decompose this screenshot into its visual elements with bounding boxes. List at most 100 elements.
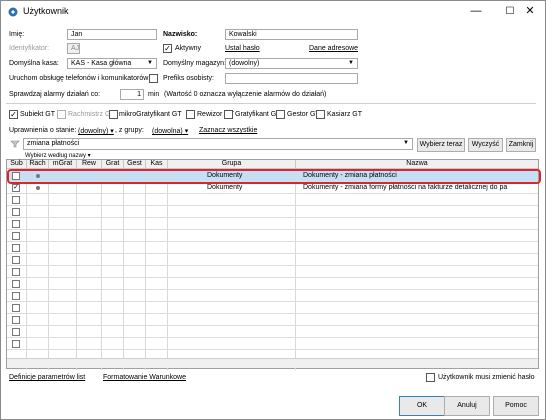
column-header-rach[interactable]: Rach	[27, 160, 49, 169]
permission-dot-icon	[36, 186, 40, 190]
chevron-down-icon: ▼	[348, 60, 354, 66]
chevron-down-icon: ▼	[403, 140, 409, 146]
column-header-grupa[interactable]: Grupa	[168, 160, 296, 169]
active-checkbox[interactable]: ✓	[163, 44, 172, 53]
column-header-gest[interactable]: Gest	[124, 160, 146, 169]
personal-prefix-label: Prefiks osobisty:	[163, 75, 214, 82]
row-checkbox[interactable]	[12, 340, 20, 348]
first-name-input[interactable]: Jan	[67, 29, 157, 40]
horizontal-scrollbar[interactable]	[7, 358, 538, 368]
help-button[interactable]: Pomoc	[493, 396, 539, 416]
alarm-interval-input[interactable]: 1	[120, 89, 144, 100]
column-header-nazwa[interactable]: Nazwa	[296, 160, 538, 169]
module-rachmistrz-label: Rachmistrz GT	[68, 111, 115, 118]
default-warehouse-label: Domyślny magazyn:	[163, 60, 227, 67]
set-password-link[interactable]: Ustal hasło	[225, 45, 260, 52]
last-name-input[interactable]: Kowalski	[225, 29, 358, 40]
module-rachmistrz-checkbox	[57, 110, 66, 119]
module-subiekt-checkbox[interactable]: ✓	[9, 110, 18, 119]
row-checkbox[interactable]: ✓	[12, 184, 20, 192]
select-all-link[interactable]: Zaznacz wszystkie	[199, 127, 257, 134]
close-button[interactable]: ✕	[515, 1, 545, 23]
row-checkbox[interactable]	[12, 316, 20, 324]
title-bar: Użytkownik — ☐ ✕	[1, 1, 545, 23]
grid-line	[7, 217, 538, 218]
row-checkbox[interactable]	[12, 232, 20, 240]
permissions-state-label: Uprawnienia o stanie:	[9, 127, 77, 134]
permissions-state-value: (dowolny)	[78, 128, 109, 135]
ok-button[interactable]: OK	[399, 396, 445, 416]
default-warehouse-select[interactable]: (dowolny) ▼	[225, 58, 358, 69]
table-cell-grupa: Dokumenty	[207, 184, 243, 191]
row-checkbox[interactable]	[12, 208, 20, 216]
close-search-button[interactable]: Zamknij	[506, 138, 536, 152]
default-warehouse-value: (dowolny)	[229, 60, 260, 67]
list-parameters-link[interactable]: Definicje parametrów list	[9, 374, 85, 381]
app-icon	[8, 7, 18, 17]
row-checkbox[interactable]	[12, 292, 20, 300]
permissions-group-dropdown[interactable]: (dowolna) ▾	[152, 127, 188, 135]
clear-button[interactable]: Wyczyść	[468, 138, 503, 152]
permissions-table: Sub Rach mGrat Rew Grat Gest Kas Grupa N…	[6, 159, 539, 370]
grid-line	[101, 169, 102, 370]
divider	[6, 103, 536, 104]
filter-icon	[10, 140, 20, 148]
row-checkbox[interactable]	[12, 196, 20, 204]
search-input[interactable]: zmiana płatności ▼	[23, 138, 413, 150]
minimize-button[interactable]: —	[459, 1, 493, 23]
grid-line	[7, 301, 538, 302]
must-change-password-checkbox[interactable]	[426, 373, 435, 382]
phone-service-checkbox[interactable]	[149, 74, 158, 83]
grid-line	[26, 169, 27, 370]
default-cash-select[interactable]: KAS - Kasa główna ▼	[67, 58, 157, 69]
module-gratyfikant-label: Gratyfikant GT	[235, 111, 281, 118]
alarm-unit-label: min	[148, 91, 160, 98]
grid-line	[167, 169, 168, 370]
column-header-rew[interactable]: Rew	[77, 160, 102, 169]
grid-line	[7, 205, 538, 206]
grid-line	[7, 229, 538, 230]
select-now-button[interactable]: Wybierz teraz	[417, 138, 465, 152]
cancel-button[interactable]: Anuluj	[444, 396, 490, 416]
grid-line	[7, 325, 538, 326]
grid-line	[7, 193, 538, 194]
grid-line	[7, 313, 538, 314]
row-checkbox[interactable]	[12, 304, 20, 312]
permissions-state-dropdown[interactable]: (dowolny) ▾	[78, 127, 114, 135]
row-checkbox[interactable]	[12, 280, 20, 288]
module-gestor-label: Gestor GT	[287, 111, 320, 118]
active-label: Aktywny	[175, 45, 202, 52]
column-header-grat[interactable]: Grat	[102, 160, 124, 169]
module-mikrogratyfikant-checkbox[interactable]	[109, 110, 118, 119]
module-gratyfikant-checkbox[interactable]	[224, 110, 233, 119]
grid-line	[295, 169, 296, 370]
row-checkbox[interactable]	[12, 244, 20, 252]
personal-prefix-input[interactable]	[225, 73, 358, 84]
row-checkbox[interactable]	[12, 328, 20, 336]
identifier-input: AJ	[67, 43, 80, 54]
grid-line	[123, 169, 124, 370]
choose-by-dropdown[interactable]: Wybierz według nazwy ▾	[25, 152, 91, 159]
default-cash-label: Domyślna kasa:	[9, 60, 59, 67]
row-checkbox[interactable]	[12, 220, 20, 228]
search-value: zmiana płatności	[27, 140, 80, 147]
column-header-sub[interactable]: Sub	[7, 160, 27, 169]
phone-service-label: Uruchom obsługę telefonów i komunikatoró…	[9, 75, 149, 82]
must-change-password-label: Użytkownik musi zmienić hasło	[438, 374, 535, 381]
column-header-mgrat[interactable]: mGrat	[49, 160, 77, 169]
grid-line	[76, 169, 77, 370]
grid-line	[7, 265, 538, 266]
permissions-group-label: , z grupy:	[115, 127, 144, 134]
row-checkbox[interactable]	[12, 256, 20, 264]
module-kasiarz-checkbox[interactable]	[316, 110, 325, 119]
conditional-formatting-link[interactable]: Formatowanie Warunkowe	[103, 374, 186, 381]
user-dialog-window: Użytkownik — ☐ ✕ Imię: Jan Nazwisko: Kow…	[0, 0, 546, 420]
module-subiekt-label: Subiekt GT	[20, 111, 56, 118]
address-data-link[interactable]: Dane adresowe	[309, 45, 358, 52]
row-checkbox[interactable]	[12, 268, 20, 276]
grid-line	[7, 289, 538, 290]
column-header-kas[interactable]: Kas	[146, 160, 168, 169]
row-highlight-frame	[7, 169, 541, 184]
module-rewizor-checkbox[interactable]	[186, 110, 195, 119]
module-gestor-checkbox[interactable]	[276, 110, 285, 119]
